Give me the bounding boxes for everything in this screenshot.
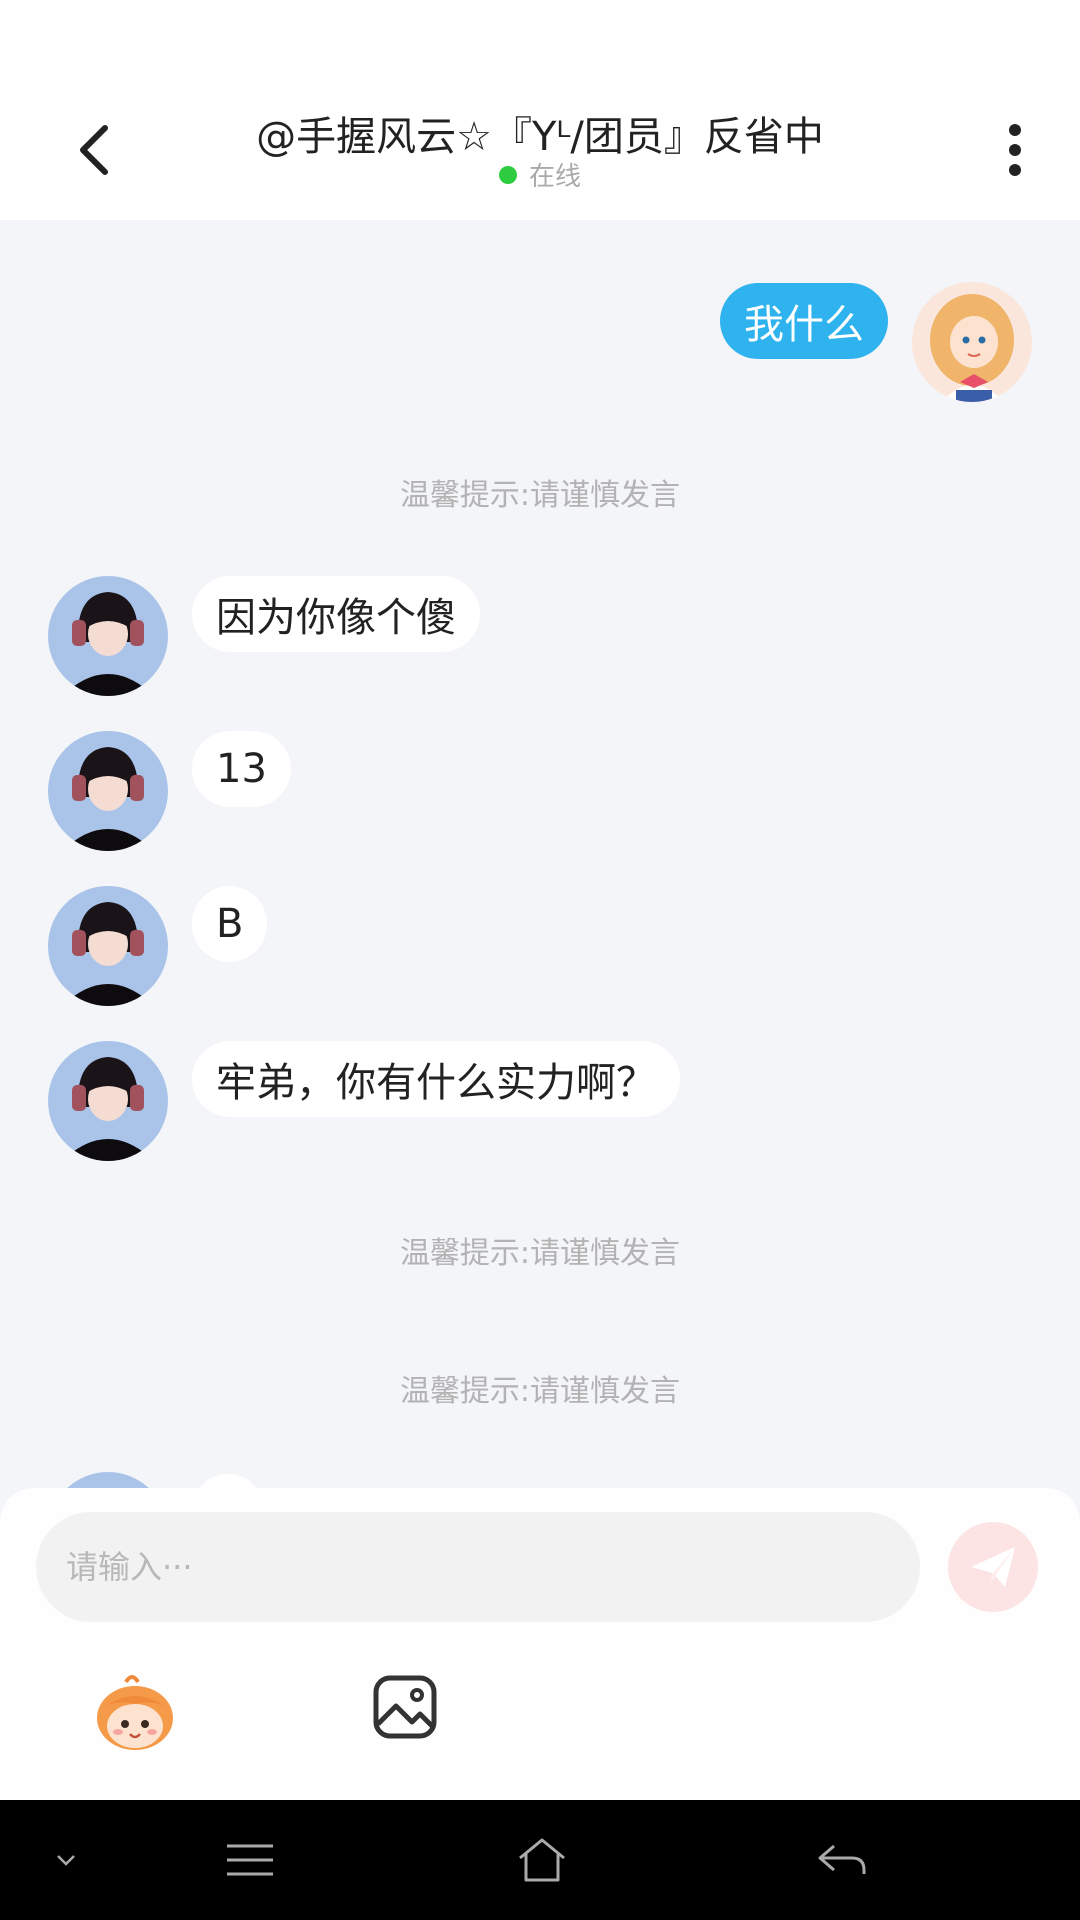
contact-avatar[interactable]	[48, 731, 168, 851]
more-vertical-icon	[1009, 124, 1021, 176]
online-status-label: 在线	[528, 162, 581, 192]
back-arrow-icon	[818, 1844, 866, 1874]
contact-avatar[interactable]	[48, 1472, 168, 1488]
emoji-button[interactable]	[90, 1670, 180, 1760]
status-bar	[0, 0, 1080, 80]
image-button[interactable]	[372, 1674, 438, 1740]
contact-avatar[interactable]	[48, 1041, 168, 1161]
message-bubble-incoming[interactable]: 13	[192, 731, 291, 807]
message-input[interactable]	[36, 1512, 920, 1622]
nav-home-button[interactable]	[512, 1830, 572, 1890]
message-bubble-outgoing[interactable]: 我什么	[720, 283, 888, 359]
more-button[interactable]	[990, 110, 1040, 190]
home-icon	[519, 1838, 565, 1882]
menu-icon	[227, 1844, 273, 1876]
online-dot-icon	[498, 165, 517, 184]
page-title: @手握风云☆『Yᴸ/团员』反省中	[256, 114, 824, 160]
online-status: 在线	[0, 156, 1080, 193]
chevron-down-icon	[57, 1855, 75, 1866]
composer	[0, 1488, 1080, 1800]
nav-collapse-button[interactable]	[44, 1830, 88, 1890]
nav-menu-button[interactable]	[220, 1830, 280, 1890]
paper-plane-icon	[971, 1547, 1015, 1587]
emoji-mascot-icon	[97, 1675, 173, 1750]
my-avatar[interactable]	[912, 282, 1032, 402]
message-bubble-incoming[interactable]: 牢弟，你有什么实力啊？	[192, 1041, 680, 1117]
image-icon	[373, 1675, 437, 1739]
nav-back-button[interactable]	[812, 1830, 872, 1890]
system-nav-bar	[0, 1800, 1080, 1920]
message-bubble-incoming[interactable]: B	[192, 886, 268, 962]
warning-tip: 温馨提示:请谨慎发言	[399, 1374, 681, 1409]
send-button[interactable]	[948, 1522, 1038, 1612]
message-bubble-incoming[interactable]: 因为你像个傻	[192, 576, 480, 652]
contact-avatar[interactable]	[48, 886, 168, 1006]
warning-tip: 温馨提示:请谨慎发言	[399, 478, 681, 513]
warning-tip: 温馨提示:请谨慎发言	[399, 1236, 681, 1271]
chat-header: @手握风云☆『Yᴸ/团员』反省中 在线	[0, 80, 1080, 220]
contact-avatar[interactable]	[48, 576, 168, 696]
message-bubble-incoming[interactable]	[192, 1474, 264, 1488]
message-list[interactable]: 我什么 温馨提示:请谨慎发言 因为你像个傻 13 B 牢弟，你有什么实力啊？ 温…	[0, 220, 1080, 1488]
